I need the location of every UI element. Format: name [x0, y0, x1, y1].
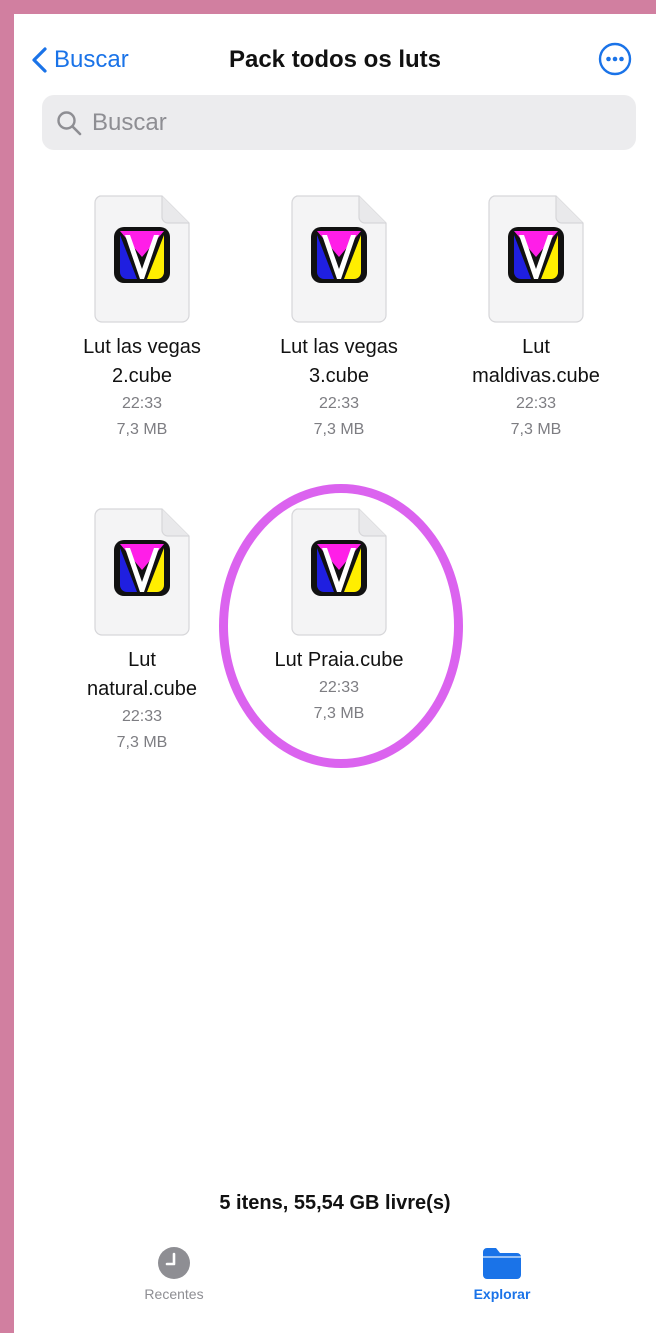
file-name-line1: Lut las vegas — [83, 336, 201, 358]
ellipsis-circle-icon[interactable] — [598, 42, 632, 76]
tab-recentes[interactable]: Recentes — [114, 1246, 234, 1302]
app-logo-icon — [114, 227, 170, 283]
folder-icon — [483, 1248, 521, 1279]
file-time: 22:33 — [318, 395, 360, 412]
tab-explorar[interactable]: Explorar — [442, 1246, 562, 1302]
file-name-line1: Lut las vegas — [280, 336, 398, 358]
file-item[interactable]: Lut las vegas 2.cube 22:33 7,3 MB — [44, 195, 240, 443]
file-size: 7,3 MB — [313, 705, 365, 722]
file-name-line1: Lut — [128, 649, 156, 671]
files-app-screen: Buscar Pack todos os luts Buscar Lut las… — [14, 14, 656, 1333]
page-title: Pack todos os luts — [228, 46, 442, 73]
search-bar — [42, 95, 636, 150]
app-logo-icon — [311, 227, 367, 283]
tab-recentes-label: Recentes — [144, 1286, 204, 1302]
navigation-bar: Buscar Pack todos os luts — [14, 14, 656, 94]
document-icon — [94, 508, 190, 636]
app-logo-icon — [114, 540, 170, 596]
file-time: 22:33 — [121, 395, 163, 412]
file-name-line2: maldivas.cube — [472, 365, 600, 387]
document-icon — [488, 195, 584, 323]
file-time: 22:33 — [515, 395, 557, 412]
file-item[interactable]: Lut las vegas 3.cube 22:33 7,3 MB — [241, 195, 437, 443]
file-name-line2: 3.cube — [308, 365, 370, 387]
file-time: 22:33 — [318, 679, 360, 696]
search-input[interactable] — [90, 107, 614, 138]
file-name: Lut Praia.cube — [274, 649, 404, 671]
file-item-selected[interactable]: Lut Praia.cube 22:33 7,3 MB — [241, 508, 437, 727]
storage-summary: 5 itens, 55,54 GB livre(s) — [219, 1192, 451, 1214]
file-time: 22:33 — [121, 708, 163, 725]
file-item[interactable]: Lut natural.cube 22:33 7,3 MB — [44, 508, 240, 756]
file-size: 7,3 MB — [313, 421, 365, 438]
file-item[interactable]: Lut maldivas.cube 22:33 7,3 MB — [438, 195, 634, 443]
clock-icon — [158, 1247, 190, 1279]
document-icon — [94, 195, 190, 323]
tab-explorar-label: Explorar — [473, 1286, 531, 1302]
app-logo-icon — [508, 227, 564, 283]
search-icon — [57, 110, 82, 135]
file-size: 7,3 MB — [116, 734, 168, 751]
document-icon — [291, 508, 387, 636]
app-logo-icon — [311, 540, 367, 596]
file-name-line1: Lut — [522, 336, 550, 358]
file-name-line2: 2.cube — [111, 365, 173, 387]
file-name-line2: natural.cube — [86, 678, 198, 700]
document-icon — [291, 195, 387, 323]
file-size: 7,3 MB — [116, 421, 168, 438]
file-size: 7,3 MB — [510, 421, 562, 438]
